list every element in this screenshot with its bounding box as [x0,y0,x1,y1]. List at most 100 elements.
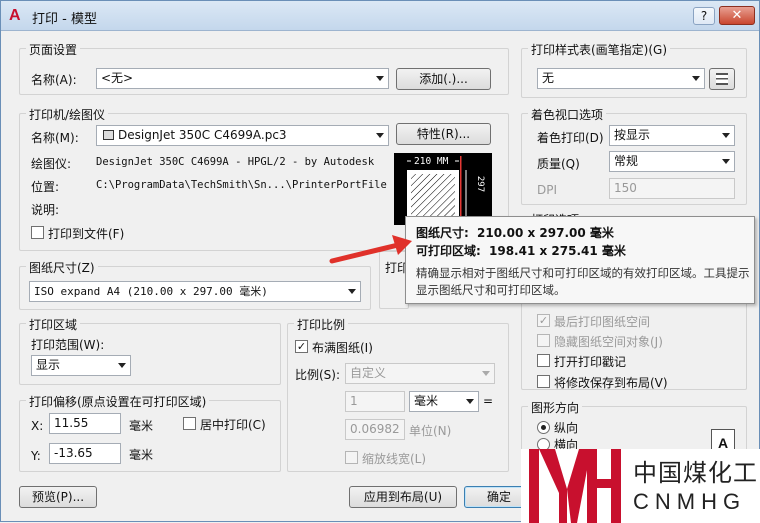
print-to-file-label: 打印到文件(F) [48,227,125,241]
plot-stamp-checkbox[interactable] [537,354,550,367]
scale-select[interactable]: 自定义 [345,363,495,384]
preview-button[interactable]: 预览(P)... [19,486,97,508]
orientation-title: 图形方向 [528,399,583,416]
save-changes-checkbox[interactable] [537,375,550,388]
scale-label: 比例(S): [295,368,341,382]
scale-value1-input[interactable]: 1 [345,391,405,412]
plot-offset-title: 打印偏移(原点设置在可打印区域) [26,393,210,410]
preview-height-label: 297 [475,175,486,193]
printer-icon [103,130,114,140]
scale-value: 自定义 [350,366,387,380]
shade-plot-label: 着色打印(D) [537,131,604,145]
offset-x-input[interactable]: 11.55 [49,413,121,434]
print-to-file-checkbox[interactable] [31,226,44,239]
offset-y-label: Y: [31,449,41,463]
printer-properties-button[interactable]: 特性(R)... [396,123,491,145]
unit-label: 单位(N) [409,424,452,438]
plotter-label: 绘图仪: [31,157,72,171]
scale-unit-value: 毫米 [414,394,439,408]
help-button[interactable]: ? [693,7,715,25]
location-value: C:\ProgramData\TechSmith\Sn...\PrinterPo… [96,179,387,191]
page-setup-name-label: 名称(A): [31,73,77,87]
center-plot-label: 居中打印(C) [200,418,266,432]
page-setup-title: 页面设置 [26,41,81,58]
window-title: 打印 - 模型 [32,12,97,27]
portrait-label: 纵向 [554,421,579,435]
equals-sign: = [483,394,494,408]
tooltip-paper-size-value: 210.00 x 297.00 毫米 [477,226,614,240]
quality-label: 质量(Q) [537,157,580,171]
scale-value2-input[interactable]: 0.06982 [345,419,405,440]
hide-objects-checkbox[interactable] [537,334,550,347]
tooltip-paper-size-row: 图纸尺寸: 210.00 x 297.00 毫米 [416,224,614,241]
description-label: 说明: [31,203,60,217]
page-setup-name-select[interactable]: <无> [96,68,389,89]
paper-preview: 210 MM 297 [394,153,492,232]
dpi-label: DPI [537,183,558,197]
location-label: 位置: [31,180,60,194]
plotter-value: DesignJet 350C C4699A - HPGL/2 - by Auto… [96,156,375,168]
preview-marker [460,156,462,226]
edit-plot-style-button[interactable] [709,68,735,90]
printer-name-select[interactable]: DesignJet 350C C4699A.pc3 [96,125,389,146]
chevron-down-icon [118,363,126,368]
annotation-arrow-icon [329,235,412,264]
quality-value: 常规 [614,154,639,168]
shade-plot-value: 按显示 [614,128,651,142]
chevron-down-icon [466,399,474,404]
center-plot-checkbox[interactable] [183,417,196,430]
mh-logo-mark [529,449,621,523]
plot-area-title: 打印区域 [26,316,81,333]
close-button[interactable]: ✕ [719,6,755,25]
table-edit-icon [716,73,728,85]
offset-y-unit: 毫米 [129,448,154,462]
fit-to-paper-checkbox[interactable]: ✓ [295,340,308,353]
plot-range-select[interactable]: 显示 [31,355,131,376]
paper-size-select[interactable]: ISO expand A4 (210.00 x 297.00 毫米) [29,281,361,302]
plot-style-title: 打印样式表(画笔指定)(G) [528,41,671,58]
chevron-down-icon [722,133,730,138]
chevron-down-icon [692,76,700,81]
shade-plot-select[interactable]: 按显示 [609,125,735,146]
plot-scale-title: 打印比例 [294,316,349,333]
apply-to-layout-button[interactable]: 应用到布局(U) [349,486,457,508]
autocad-app-icon: A [9,7,21,24]
paper-preview-tooltip: 图纸尺寸: 210.00 x 297.00 毫米 可打印区域: 198.41 x… [405,216,755,304]
chevron-down-icon [482,371,490,376]
hide-objects-label: 隐藏图纸空间对象(J) [554,335,663,349]
last-paperspace-checkbox[interactable]: ✓ [537,314,550,327]
plot-stamp-label: 打开打印戳记 [554,355,627,369]
printer-name-value: DesignJet 350C C4699A.pc3 [118,128,287,142]
scale-lineweights-label: 缩放线宽(L) [362,452,427,466]
shaded-viewport-title: 着色视口选项 [528,106,607,123]
quality-select[interactable]: 常规 [609,151,735,172]
tooltip-description: 精确显示相对于图纸尺寸和可打印区域的有效打印区域。工具提示显示图纸尺寸和可打印区… [416,266,750,297]
portrait-radio[interactable] [537,421,550,434]
offset-y-input[interactable]: -13.65 [49,443,121,464]
scale-unit-select[interactable]: 毫米 [409,391,479,412]
dpi-input[interactable]: 150 [609,178,735,199]
page-setup-name-value: <无> [101,71,134,85]
fit-to-paper-label: 布满图纸(I) [312,341,373,355]
watermark-logo: MH 中国煤化工 CNMHG [521,449,760,523]
print-dialog: A 打印 - 模型 ? ✕ 页面设置 名称(A): <无> 添加(.)... 打… [0,0,760,523]
logo-en-text: CNMHG [633,489,747,514]
preview-width-label: 210 MM [414,156,449,167]
tooltip-printable-label: 可打印区域: [416,244,481,258]
printer-name-label: 名称(M): [31,131,79,145]
offset-x-label: X: [31,419,44,433]
last-paperspace-label: 最后打印图纸空间 [554,315,651,329]
scale-lineweights-checkbox[interactable] [345,451,358,464]
chevron-down-icon [376,133,384,138]
chevron-down-icon [376,76,384,81]
plot-style-select[interactable]: 无 [537,68,705,89]
paper-size-title: 图纸尺寸(Z) [26,259,98,276]
plot-style-value: 无 [542,71,555,85]
printer-group-title: 打印机/绘图仪 [26,106,109,123]
title-bar: A 打印 - 模型 ? ✕ [1,1,759,31]
tooltip-paper-size-label: 图纸尺寸: [416,226,469,240]
tooltip-printable-value: 198.41 x 275.41 毫米 [489,244,626,258]
add-page-setup-button[interactable]: 添加(.)... [396,68,491,90]
paper-size-value: ISO expand A4 (210.00 x 297.00 毫米) [34,285,268,298]
logo-cn-text: 中国煤化工 [633,459,758,487]
